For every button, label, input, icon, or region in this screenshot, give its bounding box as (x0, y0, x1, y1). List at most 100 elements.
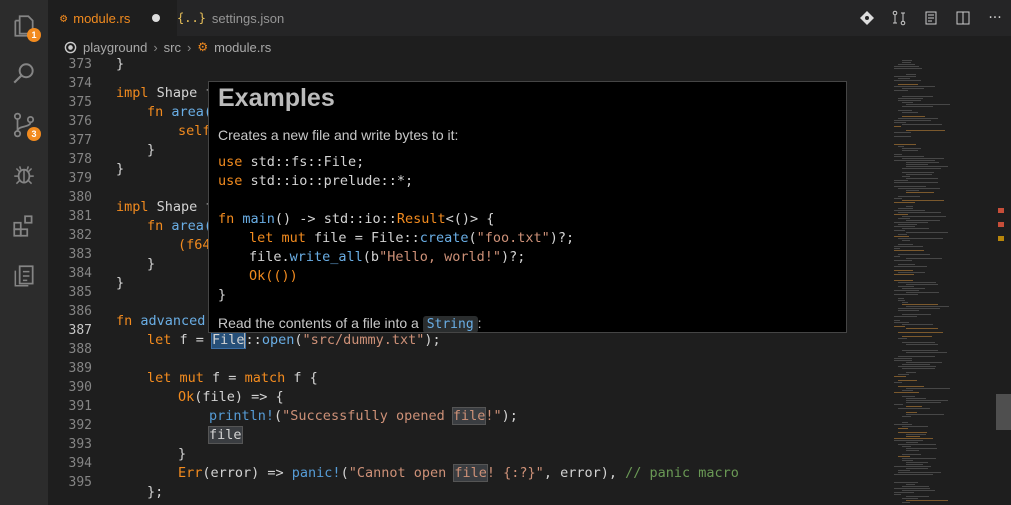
minimap-line (894, 132, 911, 133)
source-control-button[interactable]: 3 (0, 101, 48, 149)
minimap-line (898, 188, 940, 189)
minimap-line (898, 300, 905, 301)
line-number: 393 (68, 437, 92, 452)
line-number: 394 (68, 456, 92, 471)
minimap-line (906, 436, 920, 437)
minimap-line (894, 230, 905, 231)
minimap-line (906, 496, 929, 497)
minimap-line (894, 90, 908, 91)
minimap-line (906, 162, 939, 163)
minimap-line (898, 308, 940, 309)
minimap-line (906, 130, 945, 131)
code-line: let mut f = match f { (147, 370, 318, 386)
line-number: 373 (68, 58, 92, 72)
line-number: 377 (68, 133, 92, 148)
minimap-line (894, 136, 911, 137)
line-number: 387 (68, 323, 92, 338)
minimap-line (894, 294, 918, 295)
explorer-badge: 1 (27, 28, 41, 42)
line-number: 391 (68, 399, 92, 414)
minimap[interactable] (884, 58, 996, 505)
minimap-line (902, 216, 946, 217)
minimap-line (902, 112, 918, 113)
explorer-button[interactable]: 1 (0, 2, 48, 50)
minimap-line (898, 98, 923, 99)
minimap-line (902, 288, 925, 289)
minimap-line (894, 290, 919, 291)
breadcrumb-file[interactable]: module.rs (214, 40, 271, 55)
open-changes-button[interactable] (883, 0, 915, 36)
repo-icon (64, 41, 77, 53)
minimap-line (902, 364, 930, 365)
code-line: impl Shape f (116, 199, 214, 215)
line-number: 395 (68, 475, 92, 490)
line-number: 384 (68, 266, 92, 281)
minimap-line (906, 190, 919, 191)
hover-documentation-popup[interactable]: Examples Creates a new file and write by… (208, 81, 847, 333)
minimap-line (906, 484, 915, 485)
code-line: fn advanced( (116, 313, 214, 329)
search-icon (13, 63, 34, 84)
minimap-line (898, 286, 914, 287)
code-line: } (116, 58, 125, 72)
code-line-current: let f = File::open("src/dummy.txt"); (147, 331, 441, 349)
minimap-line (898, 338, 907, 339)
hover-intro: Creates a new file and write bytes to it… (218, 127, 459, 143)
minimap-line (898, 146, 904, 147)
minimap-line (898, 282, 936, 283)
minimap-line (898, 428, 908, 429)
breadcrumb-folder[interactable]: src (164, 40, 181, 55)
minimap-line (898, 366, 936, 367)
modified-dot-icon[interactable] (152, 14, 161, 22)
minimap-line (898, 208, 913, 209)
git-compare-button[interactable] (851, 0, 883, 36)
minimap-line (906, 258, 942, 259)
minimap-line (902, 96, 933, 97)
minimap-line (894, 144, 916, 145)
minimap-line (898, 224, 917, 225)
code-line: fn area( (147, 218, 213, 234)
compare-changes-icon (892, 10, 906, 26)
search-button[interactable] (0, 50, 48, 98)
code-line: }; (147, 484, 164, 500)
minimap-line (894, 316, 917, 317)
more-actions-button[interactable]: ··· (979, 0, 1011, 36)
minimap-line (898, 310, 919, 311)
minimap-line (894, 474, 933, 475)
minimap-line (898, 218, 910, 219)
minimap-line (894, 210, 925, 211)
tab-settings-json[interactable]: {..} settings.json (165, 0, 295, 36)
hover-code-line: use std::io::prelude::*; (218, 173, 414, 189)
tab-module-rs[interactable]: ⚙ module.rs (48, 0, 177, 36)
minimap-line (894, 404, 903, 405)
minimap-line (894, 494, 901, 495)
highlighted-symbol: File (211, 331, 246, 349)
vertical-scrollbar[interactable] (996, 58, 1011, 505)
split-editor-button[interactable] (947, 0, 979, 36)
line-number: 386 (68, 304, 92, 319)
minimap-line (906, 448, 937, 449)
minimap-line (906, 206, 913, 207)
minimap-line (894, 466, 931, 467)
minimap-line (906, 306, 949, 307)
remote-explorer-button[interactable] (0, 252, 48, 300)
minimap-line (902, 88, 924, 89)
minimap-line (898, 244, 913, 245)
minimap-line (906, 164, 928, 165)
minimap-line (902, 368, 935, 369)
minimap-line (902, 172, 934, 173)
minimap-line (906, 352, 947, 353)
minimap-line (898, 272, 925, 273)
extensions-button[interactable] (0, 202, 48, 250)
minimap-line (894, 202, 915, 203)
open-preview-button[interactable] (915, 0, 947, 36)
breadcrumb: playground › src › ⚙ module.rs (48, 36, 1011, 58)
breadcrumb-root[interactable]: playground (83, 40, 147, 55)
line-number: 382 (68, 228, 92, 243)
minimap-line (898, 472, 941, 473)
debug-button[interactable] (0, 151, 48, 199)
minimap-line (894, 226, 915, 227)
minimap-line (902, 150, 918, 151)
scrollbar-thumb[interactable] (996, 394, 1011, 430)
minimap-line (894, 180, 908, 181)
